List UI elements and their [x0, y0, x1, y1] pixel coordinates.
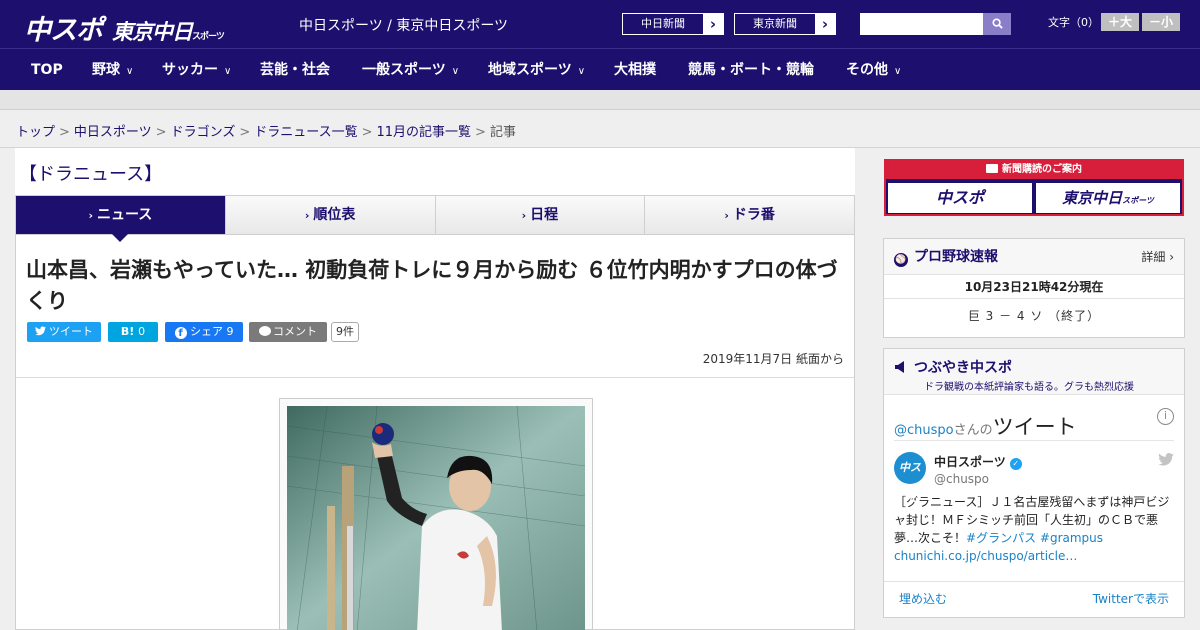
search-box — [860, 13, 1011, 35]
nav-item-local-sports[interactable]: 地域スポーツ ∨ — [488, 49, 585, 91]
caret-right-icon: › — [724, 209, 729, 222]
tweet-author-name: 中日スポーツ — [934, 455, 1006, 469]
nav-item-sumo[interactable]: 大相撲 — [614, 49, 656, 91]
breadcrumb-chunichi-sports[interactable]: 中日スポーツ — [74, 125, 152, 140]
article-photo[interactable] — [279, 398, 593, 630]
caret-right-icon: › — [521, 209, 527, 222]
twitter-handle-link[interactable]: @chuspo — [894, 423, 954, 438]
breadcrumb-dora-news-list[interactable]: ドラニュース一覧 — [254, 125, 357, 140]
section-heading: 【ドラニュース】 — [19, 164, 163, 185]
search-button[interactable] — [983, 13, 1011, 35]
hashtag-link[interactable]: #グランパス — [966, 531, 1036, 545]
comment-button[interactable]: コメント — [249, 322, 327, 342]
chevron-down-icon: ∨ — [126, 66, 134, 77]
search-input[interactable] — [860, 13, 980, 35]
hashtag-link[interactable]: #grampus — [1040, 531, 1103, 545]
tweets-footer: 埋め込む Twitterで表示 — [884, 581, 1184, 617]
tweet-text: ［グラニュース］Ｊ１名古屋残留へまずは神戸ビジャ封じ！ＭＦシミッチ前回「人生初」… — [894, 495, 1170, 563]
tweet-url-link[interactable]: chunichi.co.jp/chuspo/article… — [894, 549, 1077, 563]
nav-item-racing[interactable]: 競馬・ボート・競輪 — [688, 49, 814, 91]
caret-right-icon: › — [88, 209, 93, 222]
tab-standings[interactable]: › 順位表 — [225, 196, 436, 234]
logo-tokyo-chunichi: 東京中日スポーツ — [112, 20, 225, 44]
tweet-author-handle: @chuspo — [934, 472, 990, 486]
chevron-down-icon: ∨ — [577, 66, 586, 77]
chevron-down-icon: ∨ — [451, 66, 460, 77]
tweet-button[interactable]: ツイート — [27, 322, 101, 342]
nav-item-entertainment[interactable]: 芸能・社会 — [260, 49, 330, 91]
facebook-share-button[interactable]: f シェア 9 — [165, 322, 243, 342]
sub-bar — [0, 90, 1200, 110]
caret-right-icon: › — [304, 209, 310, 222]
facebook-count: 9 — [226, 325, 234, 338]
hatena-count: 0 — [138, 325, 146, 338]
chevron-down-icon: ∨ — [224, 66, 232, 77]
baseball-scores-panel: ⚾ プロ野球速報 詳細 › 10月23日21時42分現在 巨 3 － 4 ソ （終… — [883, 238, 1185, 338]
facebook-icon: f — [174, 327, 187, 339]
speech-bubble-icon — [259, 326, 271, 336]
newspaper-icon — [986, 164, 998, 173]
info-icon[interactable]: i — [1157, 408, 1174, 425]
main-column: 【ドラニュース】 › ニュース › 順位表 › 日程 › ドラ番 山本昌、岩瀬もやってい… — [15, 148, 855, 630]
tab-dora-ban[interactable]: › ドラ番 — [645, 196, 854, 234]
arrow-right-icon: › — [703, 14, 723, 34]
chevron-down-icon: ∨ — [894, 66, 902, 77]
baseball-details-link[interactable]: 詳細 › — [1141, 239, 1174, 275]
nav-item-other[interactable]: その他 ∨ — [846, 49, 901, 91]
site-logo[interactable]: 中スポ 東京中日スポーツ — [24, 8, 225, 47]
megaphone-icon — [894, 360, 908, 374]
subscription-tokyo-chunichi[interactable]: 東京中日スポーツ — [1036, 183, 1180, 213]
subscription-ad-title: 新聞購読のご案内 — [886, 161, 1182, 179]
hatena-bookmark-button[interactable]: B! 0 — [108, 322, 158, 342]
subscription-ad[interactable]: 新聞購読のご案内 中スポ 東京中日スポーツ — [884, 159, 1184, 216]
nav-item-top[interactable]: TOP — [31, 49, 63, 91]
player-training-photo — [287, 406, 585, 630]
site-title[interactable]: 中日スポーツ / 東京中日スポーツ — [299, 15, 508, 35]
breadcrumb-current: 記事 — [489, 125, 516, 140]
article-date: 2019年11月7日 紙面から — [702, 352, 844, 366]
baseball-scores-header: ⚾ プロ野球速報 詳細 › — [884, 239, 1184, 275]
tab-news[interactable]: › ニュース — [16, 196, 226, 242]
search-icon — [991, 18, 1003, 29]
font-smaller-button[interactable]: －小 — [1142, 13, 1180, 31]
baseball-score[interactable]: 巨 3 － 4 ソ （終了） — [884, 299, 1184, 333]
comment-count: 9件 — [331, 322, 359, 342]
font-size-label: 文字（0） — [1048, 16, 1099, 29]
article-headline: 山本昌、岩瀬もやっていた… 初動負荷トレに９月から励む ６位竹内明かすプロの体づ… — [26, 258, 838, 313]
article-photo-image — [287, 406, 585, 630]
divider — [16, 377, 854, 378]
main-nav: TOP 野球 ∨ サッカー ∨ 芸能・社会 一般スポーツ ∨ 地域スポーツ ∨ 大相撲 … — [0, 48, 1200, 90]
twitter-bird-icon[interactable] — [1158, 453, 1174, 470]
view-on-twitter-link[interactable]: Twitterで表示 — [1093, 582, 1169, 616]
subscription-chuspo[interactable]: 中スポ — [888, 183, 1032, 213]
font-larger-button[interactable]: ＋大 — [1101, 13, 1139, 31]
article: 山本昌、岩瀬もやっていた… 初動負荷トレに９月から励む ６位竹内明かすプロの体づ… — [15, 235, 855, 630]
tweets-header: つぶやき中スポ ドラ観戦の本紙評論家も語る。グラも熱烈応援 — [884, 349, 1184, 395]
breadcrumb-november-list[interactable]: 11月の記事一覧 — [377, 125, 472, 140]
verified-badge-icon: ✓ — [1009, 458, 1022, 470]
top-header: 中スポ 東京中日スポーツ 中日スポーツ / 東京中日スポーツ 中日新聞 › 東京新… — [0, 0, 1200, 48]
tab-bar: › ニュース › 順位表 › 日程 › ドラ番 — [15, 195, 855, 242]
breadcrumb-top[interactable]: トップ — [16, 125, 55, 140]
baseball-icon: ⚾ — [894, 253, 908, 267]
baseball-timestamp: 10月23日21時42分現在 — [884, 275, 1184, 299]
twitter-bird-icon — [35, 326, 46, 336]
tweet-author[interactable]: 中スポ 中日スポーツ ✓ @chuspo — [894, 441, 1174, 506]
nav-item-soccer[interactable]: サッカー ∨ — [162, 49, 231, 91]
arrow-right-icon: › — [815, 14, 835, 34]
tweets-subtitle: ドラ観戦の本紙評論家も語る。グラも熱烈応援 — [924, 382, 1134, 393]
twitter-timeline-title: @chuspoさんのツイート i — [894, 395, 1174, 441]
chunichi-shimbun-button[interactable]: 中日新聞 › — [622, 13, 724, 35]
embed-link[interactable]: 埋め込む — [899, 592, 947, 606]
breadcrumb: トップ > 中日スポーツ > ドラゴンズ > ドラニュース一覧 >11月の記事一覧 > 記事 — [0, 110, 1200, 148]
tokyo-shimbun-button[interactable]: 東京新聞 › — [734, 13, 836, 35]
breadcrumb-dragons[interactable]: ドラゴンズ — [171, 125, 236, 140]
logo-chuspo: 中スポ — [24, 15, 103, 46]
tab-schedule[interactable]: › 日程 — [435, 196, 646, 234]
tweets-panel: つぶやき中スポ ドラ観戦の本紙評論家も語る。グラも熱烈応援 @chuspoさんの… — [883, 348, 1185, 618]
avatar[interactable]: 中スポ — [894, 452, 926, 506]
hatena-icon: B! — [120, 325, 135, 338]
nav-item-baseball[interactable]: 野球 ∨ — [92, 49, 133, 91]
nav-item-general-sports[interactable]: 一般スポーツ ∨ — [362, 49, 459, 91]
